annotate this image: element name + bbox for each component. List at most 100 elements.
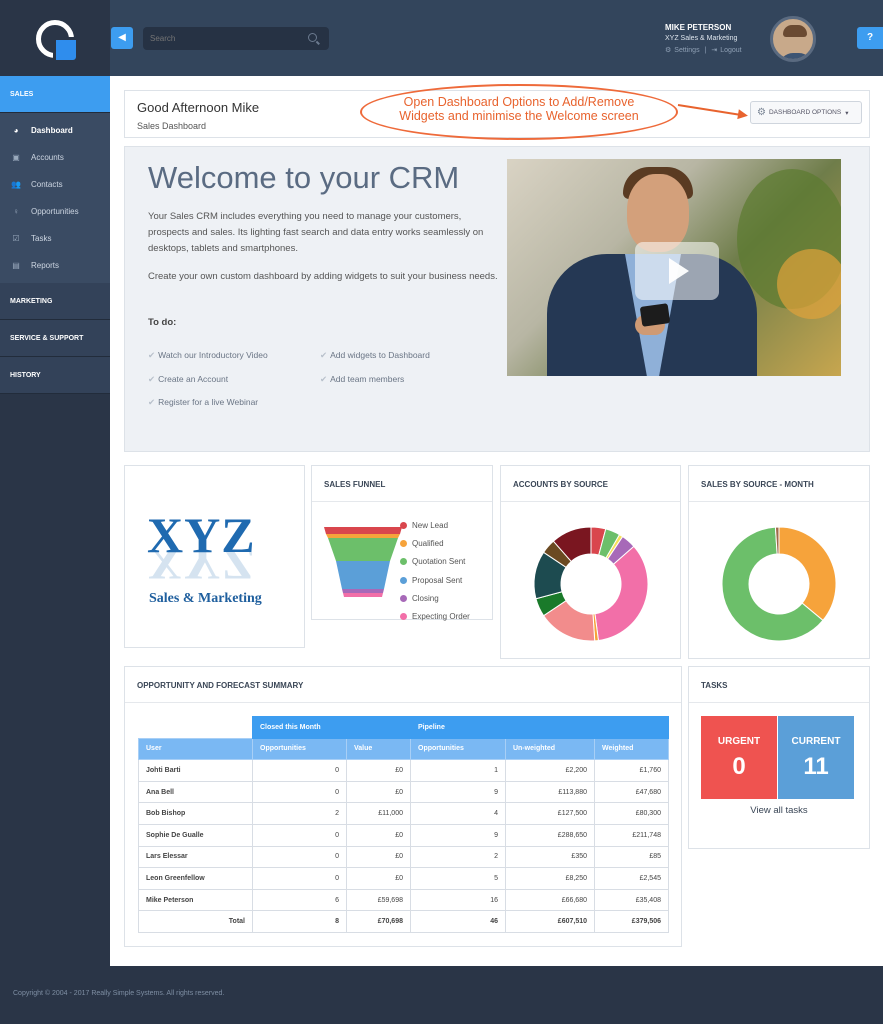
logout-link[interactable]: Logout	[720, 47, 741, 54]
sidebar-section-marketing[interactable]: MARKETING	[0, 283, 110, 320]
funnel-chart	[324, 527, 402, 597]
table-row[interactable]: Bob Bishop 2 £11,000 4 £127,500 £80,300	[138, 802, 669, 825]
welcome-title: Welcome to your CRM	[148, 160, 460, 195]
legend-item[interactable]: Qualified	[400, 534, 470, 552]
sales-by-source-widget: SALES BY SOURCE - MONTH	[688, 465, 870, 659]
funnel-stage-qualified[interactable]	[326, 534, 400, 538]
check-icon: ✔	[320, 374, 328, 384]
opportunity-table: Closed this Month Pipeline User Opportun…	[138, 716, 669, 933]
sidebar-item-reports[interactable]: ▤ Reports	[0, 252, 110, 279]
top-bar: ◀ MIKE PETERSON XYZ Sales & Marketing ⚙S…	[0, 0, 883, 76]
gear-icon: ⚙	[757, 107, 766, 118]
sidebar-item-accounts[interactable]: ▣ Accounts	[0, 144, 110, 171]
funnel-stage-new-lead[interactable]	[324, 527, 402, 534]
users-icon: 👥	[11, 180, 21, 189]
help-button[interactable]: ?	[857, 27, 883, 49]
todo-add-team[interactable]: ✔ Add team members	[320, 374, 404, 385]
check-icon: ✔	[320, 350, 328, 360]
lightbulb-icon: ♀	[13, 207, 19, 216]
column-header[interactable]: Value	[346, 737, 411, 761]
legend-item[interactable]: Closing	[400, 589, 470, 607]
annotation-arrow-head	[737, 109, 749, 121]
urgent-tasks-tile[interactable]: URGENT 0	[701, 716, 777, 799]
settings-link[interactable]: Settings	[674, 47, 699, 54]
column-header[interactable]: Opportunities	[252, 737, 347, 761]
legend-item[interactable]: Expecting Order	[400, 607, 470, 625]
chevron-left-icon: ◀	[118, 32, 126, 43]
user-avatar[interactable]	[770, 16, 816, 62]
sidebar-item-dashboard[interactable]: ◕ Dashboard	[0, 117, 110, 144]
funnel-stage-expecting-order[interactable]	[343, 593, 383, 597]
main-content: Good Afternoon Mike Sales Dashboard ⚙ DA…	[110, 76, 883, 966]
annotation-callout: Open Dashboard Options to Add/Remove Wid…	[360, 84, 678, 140]
sidebar-item-contacts[interactable]: 👥 Contacts	[0, 171, 110, 198]
widget-title: TASKS	[689, 667, 869, 703]
column-header[interactable]: User	[138, 737, 253, 761]
caret-down-icon: ▾	[845, 109, 849, 117]
company-logo-tagline: Sales & Marketing	[149, 591, 262, 606]
widget-title: OPPORTUNITY AND FORECAST SUMMARY	[125, 667, 681, 703]
collapse-sidebar-button[interactable]: ◀	[111, 27, 133, 49]
tasks-widget: TASKS URGENT 0 CURRENT 11 View all tasks	[688, 666, 870, 849]
todo-create-account[interactable]: ✔ Create an Account	[148, 374, 228, 385]
logo-icon	[36, 20, 79, 63]
todo-add-widgets[interactable]: ✔ Add widgets to Dashboard	[320, 350, 430, 361]
table-row[interactable]: Lars Elessar 0 £0 2 £350 £85	[138, 845, 669, 869]
funnel-stage-closing[interactable]	[342, 589, 384, 593]
legend-item[interactable]: Quotation Sent	[400, 553, 470, 571]
table-row[interactable]: Ana Bell 0 £0 9 £113,880 £47,680	[138, 780, 669, 804]
settings-icon: ⚙	[665, 47, 672, 54]
sales-funnel-widget: SALES FUNNEL New Lead Qualified Quotatio…	[311, 465, 493, 621]
widget-title: SALES FUNNEL	[312, 466, 492, 502]
check-icon: ✔	[148, 397, 156, 407]
todo-register-webinar[interactable]: ✔ Register for a live Webinar	[148, 397, 258, 408]
user-links: ⚙ Settings | ⇥ Logout	[665, 47, 742, 54]
check-icon: ✔	[148, 374, 156, 384]
dashboard-icon: ◕	[13, 126, 19, 135]
current-tasks-tile[interactable]: CURRENT 11	[778, 716, 854, 799]
reports-icon: ▤	[12, 261, 20, 270]
table-row[interactable]: Sophie De Gualle 0 £0 9 £288,650 £211,748	[138, 823, 669, 847]
widget-title: ACCOUNTS BY SOURCE	[501, 466, 680, 502]
greeting-title: Good Afternoon Mike	[137, 100, 260, 115]
user-company: XYZ Sales & Marketing	[665, 35, 738, 42]
table-row[interactable]: Mike Peterson 6 £59,698 16 £66,680 £35,408	[138, 888, 669, 912]
group-pipeline: Pipeline	[410, 716, 669, 739]
play-icon[interactable]	[635, 242, 719, 300]
view-all-tasks-link[interactable]: View all tasks	[689, 805, 869, 816]
funnel-legend: New Lead Qualified Quotation Sent Propos…	[400, 516, 470, 626]
donut-slice[interactable]	[594, 545, 649, 642]
dashboard-options-button[interactable]: ⚙ DASHBOARD OPTIONS ▾	[750, 101, 862, 124]
funnel-stage-proposal-sent[interactable]	[336, 561, 390, 589]
todo-watch-video[interactable]: ✔ Watch our Introductory Video	[148, 350, 268, 361]
sidebar: SALES ◕ Dashboard ▣ Accounts 👥 Contacts ♀ Op…	[0, 76, 110, 966]
widget-title: SALES BY SOURCE - MONTH	[689, 466, 869, 502]
legend-item[interactable]: New Lead	[400, 516, 470, 534]
building-icon: ▣	[12, 153, 20, 162]
welcome-custom: Create your own custom dashboard by addi…	[148, 271, 498, 282]
sidebar-section-history[interactable]: HISTORY	[0, 357, 110, 394]
opportunity-forecast-widget: OPPORTUNITY AND FORECAST SUMMARY Closed …	[124, 666, 682, 947]
check-icon: ✔	[148, 350, 156, 360]
intro-video-thumbnail[interactable]	[507, 159, 841, 376]
checkbox-icon: ☑	[12, 234, 20, 243]
search-icon[interactable]	[308, 33, 317, 42]
accounts-by-source-donut	[533, 526, 649, 642]
funnel-stage-quotation-sent[interactable]	[328, 538, 398, 561]
app-logo[interactable]	[0, 0, 110, 76]
column-header[interactable]: Opportunities	[410, 737, 506, 761]
table-row[interactable]: Leon Greenfellow 0 £0 5 £8,250 £2,545	[138, 867, 669, 890]
search-bar	[143, 27, 329, 50]
sidebar-item-opportunities[interactable]: ♀ Opportunities	[0, 198, 110, 225]
sidebar-item-tasks[interactable]: ☑ Tasks	[0, 225, 110, 252]
sidebar-section-sales[interactable]: SALES	[0, 76, 110, 113]
footer: Copyright © 2004 - 2017 Really Simple Sy…	[0, 966, 883, 1024]
sidebar-section-service-support[interactable]: SERVICE & SUPPORT	[0, 320, 110, 357]
column-header[interactable]: Un-weighted	[505, 737, 595, 761]
search-input[interactable]	[143, 27, 303, 50]
table-row[interactable]: Johti Barti 0 £0 1 £2,200 £1,760	[138, 759, 669, 782]
table-total-row: Total 8 £70,698 46 £607,510 £379,506	[138, 910, 669, 933]
donut-slice[interactable]	[778, 526, 837, 622]
column-header[interactable]: Weighted	[594, 737, 669, 761]
legend-item[interactable]: Proposal Sent	[400, 571, 470, 589]
